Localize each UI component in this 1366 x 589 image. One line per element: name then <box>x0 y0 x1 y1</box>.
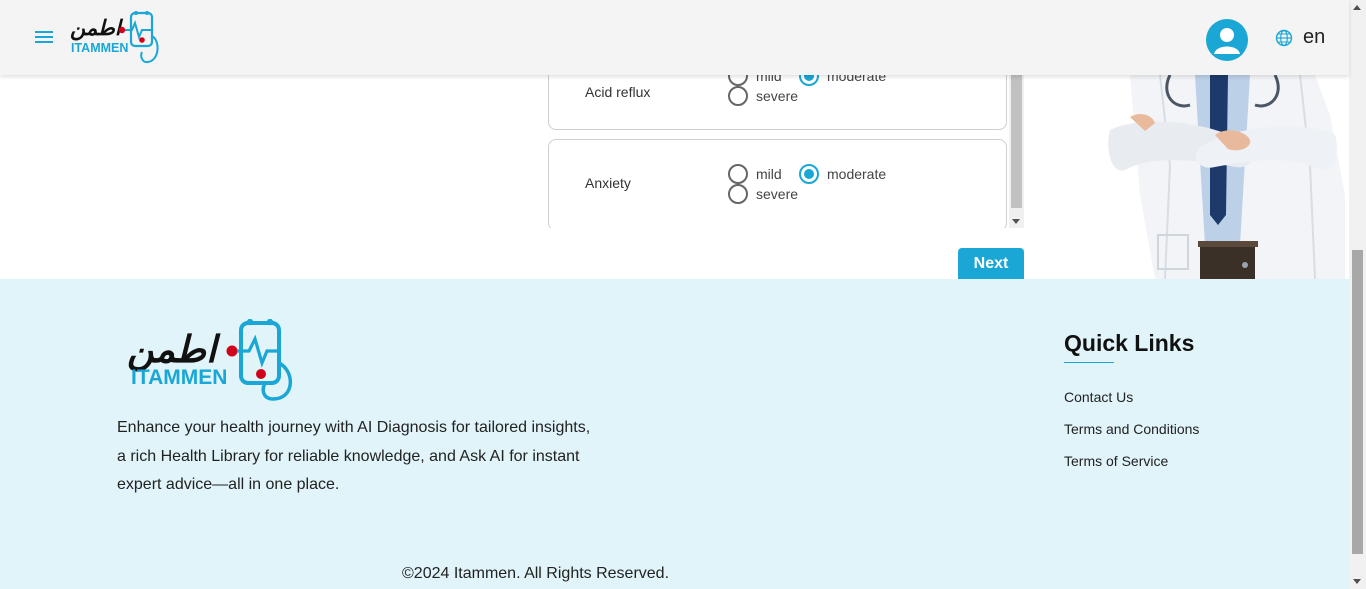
severity-option-severe[interactable]: severe <box>728 184 798 204</box>
footer-description: Enhance your health journey with AI Diag… <box>117 419 591 493</box>
hamburger-menu-icon[interactable] <box>33 29 55 47</box>
scroll-up-arrow-icon[interactable] <box>1353 5 1361 10</box>
site-footer: اطمن ITAMMEN Enhance your health journey… <box>0 279 1349 589</box>
footer-link-terms-of-service[interactable]: Terms of Service <box>1064 453 1168 469</box>
copyright-text: ©2024 Itammen. All Rights Reserved. <box>402 565 670 582</box>
svg-text:ITAMMEN: ITAMMEN <box>131 366 227 389</box>
radio-mild[interactable] <box>728 75 748 86</box>
severity-option-mild[interactable]: mild <box>728 75 782 86</box>
symptom-name: Acid reflux <box>585 84 651 100</box>
top-header: اطمن ITAMMEN en <box>0 0 1349 75</box>
doctor-illustration <box>1108 75 1345 279</box>
footer-link-terms-and-conditions[interactable]: Terms and Conditions <box>1064 421 1199 437</box>
itammen-logo[interactable]: اطمن ITAMMEN <box>70 10 162 66</box>
language-label: en <box>1303 26 1326 48</box>
symptom-list-scrollbar[interactable] <box>1009 75 1024 228</box>
language-switcher[interactable]: en <box>1275 26 1325 49</box>
svg-text:ITAMMEN: ITAMMEN <box>71 41 128 55</box>
page-scrollbar[interactable] <box>1349 0 1366 589</box>
scrollbar-thumb[interactable] <box>1011 75 1022 208</box>
symptom-card: Acid reflux mild moderate severe <box>548 75 1007 130</box>
symptom-card: Anxiety mild moderate severe <box>548 139 1007 228</box>
radio-severe[interactable] <box>728 184 748 204</box>
scroll-down-arrow-icon[interactable] <box>1353 579 1361 584</box>
radio-mild[interactable] <box>728 164 748 184</box>
page: اطمن ITAMMEN en Acid reflux mild moderat… <box>0 0 1366 589</box>
radio-severe[interactable] <box>728 86 748 106</box>
radio-moderate-selected[interactable] <box>799 164 819 184</box>
next-button[interactable]: Next <box>958 248 1024 279</box>
severity-option-moderate[interactable]: moderate <box>799 164 886 184</box>
symptom-name: Anxiety <box>585 175 631 191</box>
footer-link-contact-us[interactable]: Contact Us <box>1064 389 1133 405</box>
severity-option-mild[interactable]: mild <box>728 164 782 184</box>
severity-option-moderate[interactable]: moderate <box>799 75 886 86</box>
severity-option-severe[interactable]: severe <box>728 86 798 106</box>
page-scrollbar-thumb[interactable] <box>1352 250 1363 554</box>
scroll-down-arrow-icon[interactable] <box>1012 219 1020 224</box>
svg-text:اطمن: اطمن <box>70 16 124 41</box>
main-content: Acid reflux mild moderate severe Anxiety <box>0 75 1349 279</box>
user-avatar-icon[interactable] <box>1206 19 1248 61</box>
quick-links-title: Quick Links <box>1064 330 1195 356</box>
radio-moderate-selected[interactable] <box>799 75 819 86</box>
itammen-footer-logo[interactable]: اطمن ITAMMEN <box>127 319 299 403</box>
symptom-list[interactable]: Acid reflux mild moderate severe Anxiety <box>548 75 1024 228</box>
quick-links-underline <box>1064 362 1114 363</box>
globe-icon <box>1275 29 1293 46</box>
